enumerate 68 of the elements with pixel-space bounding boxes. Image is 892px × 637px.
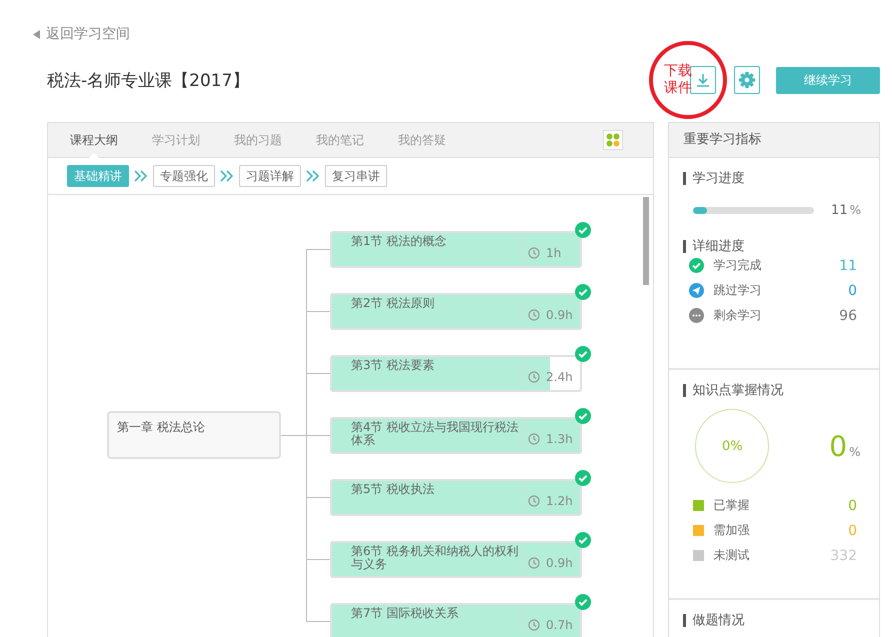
panel-title: 重要学习指标 [669, 123, 879, 158]
stat-count: 96 [839, 308, 857, 324]
scrollbar-thumb[interactable] [643, 197, 650, 285]
legend-label: 已掌握 [713, 497, 750, 514]
tab[interactable]: 我的答疑 [398, 123, 446, 157]
tab[interactable]: 课程大纲 [70, 123, 118, 157]
section-node[interactable]: 第4节 税收立法与我国现行税法体系 1.3h [330, 417, 582, 454]
section-title: 第7节 国际税收关系 [350, 605, 460, 622]
clock-icon [528, 370, 540, 382]
duration-text: 0.9h [546, 556, 573, 570]
section-title: 第2节 税法原则 [350, 295, 436, 312]
duration-text: 1h [546, 246, 562, 260]
duration-text: 0.9h [546, 308, 573, 322]
settings-icon [738, 71, 756, 89]
clock-icon [528, 308, 540, 320]
clock-icon [528, 556, 540, 568]
chevron-icon [220, 170, 234, 182]
tab[interactable]: 我的笔记 [316, 123, 364, 157]
chevron-icon [134, 170, 148, 182]
stage-tab[interactable]: 专题强化 [153, 165, 215, 187]
stage-tab[interactable]: 习题详解 [239, 165, 301, 187]
section-heading: 知识点掌握情况 [683, 384, 861, 397]
stat-label: 剩余学习 [713, 307, 762, 324]
section-heading: 详细进度 [683, 240, 861, 253]
legend-count: 0 [848, 498, 857, 514]
section-heading: 做题情况 [683, 614, 861, 627]
continue-button[interactable]: 继续学习 [776, 66, 880, 94]
section-title: 第6节 税务机关和纳税人的权利与义务 [350, 543, 520, 573]
section-title: 第3节 税法要素 [350, 357, 436, 374]
tab[interactable]: 学习计划 [152, 123, 200, 157]
clock-icon [528, 432, 540, 444]
donut-chart: 0% [695, 409, 770, 483]
legend-count: 0 [848, 522, 857, 538]
settings-button[interactable] [734, 66, 760, 94]
stage-tab[interactable]: 复习串讲 [325, 165, 387, 187]
download-button[interactable] [690, 66, 716, 94]
stat-count: 0 [848, 282, 857, 298]
stat-count: 11 [839, 258, 857, 274]
section-node[interactable]: 第7节 国际税收关系 0.7h [330, 603, 582, 637]
section-node[interactable]: 第5节 税收执法 1.2h [330, 479, 582, 516]
legend-label: 需加强 [713, 522, 750, 539]
section-title: 第4节 税收立法与我国现行税法体系 [350, 419, 520, 449]
section-title: 第5节 税收执法 [350, 481, 436, 498]
section-node[interactable]: 第1节 税法的概念 1h [330, 231, 582, 268]
clock-icon [528, 246, 540, 258]
stat-label: 学习完成 [713, 257, 762, 274]
clock-icon [528, 494, 540, 506]
back-link[interactable]: 返回学习空间 [46, 25, 130, 43]
stage-tab[interactable]: 基础精讲 [67, 165, 129, 187]
section-node[interactable]: 第2节 税法原则 0.9h [330, 293, 582, 330]
download-icon [696, 73, 710, 87]
duration-text: 0.7h [546, 618, 573, 632]
mastery-value: 0% [829, 430, 860, 462]
section-node[interactable]: 第6节 税务机关和纳税人的权利与义务 0.9h [330, 541, 582, 578]
section-title: 第1节 税法的概念 [350, 233, 448, 250]
clock-icon [528, 618, 540, 630]
course-title: 税法-名师专业课【2017】 [47, 70, 250, 92]
progress-value: 11% [831, 203, 861, 218]
duration-text: 1.2h [546, 494, 573, 508]
back-arrow-icon[interactable] [33, 30, 40, 38]
chapter-node[interactable]: 第一章 税法总论 [107, 411, 281, 459]
legend-label: 未测试 [713, 547, 750, 564]
grid-view-icon[interactable] [603, 130, 624, 150]
duration-text: 1.3h [546, 432, 573, 446]
tab[interactable]: 我的习题 [234, 123, 282, 157]
section-heading: 学习进度 [683, 172, 861, 185]
chevron-icon [306, 170, 320, 182]
stat-label: 跳过学习 [713, 282, 762, 299]
